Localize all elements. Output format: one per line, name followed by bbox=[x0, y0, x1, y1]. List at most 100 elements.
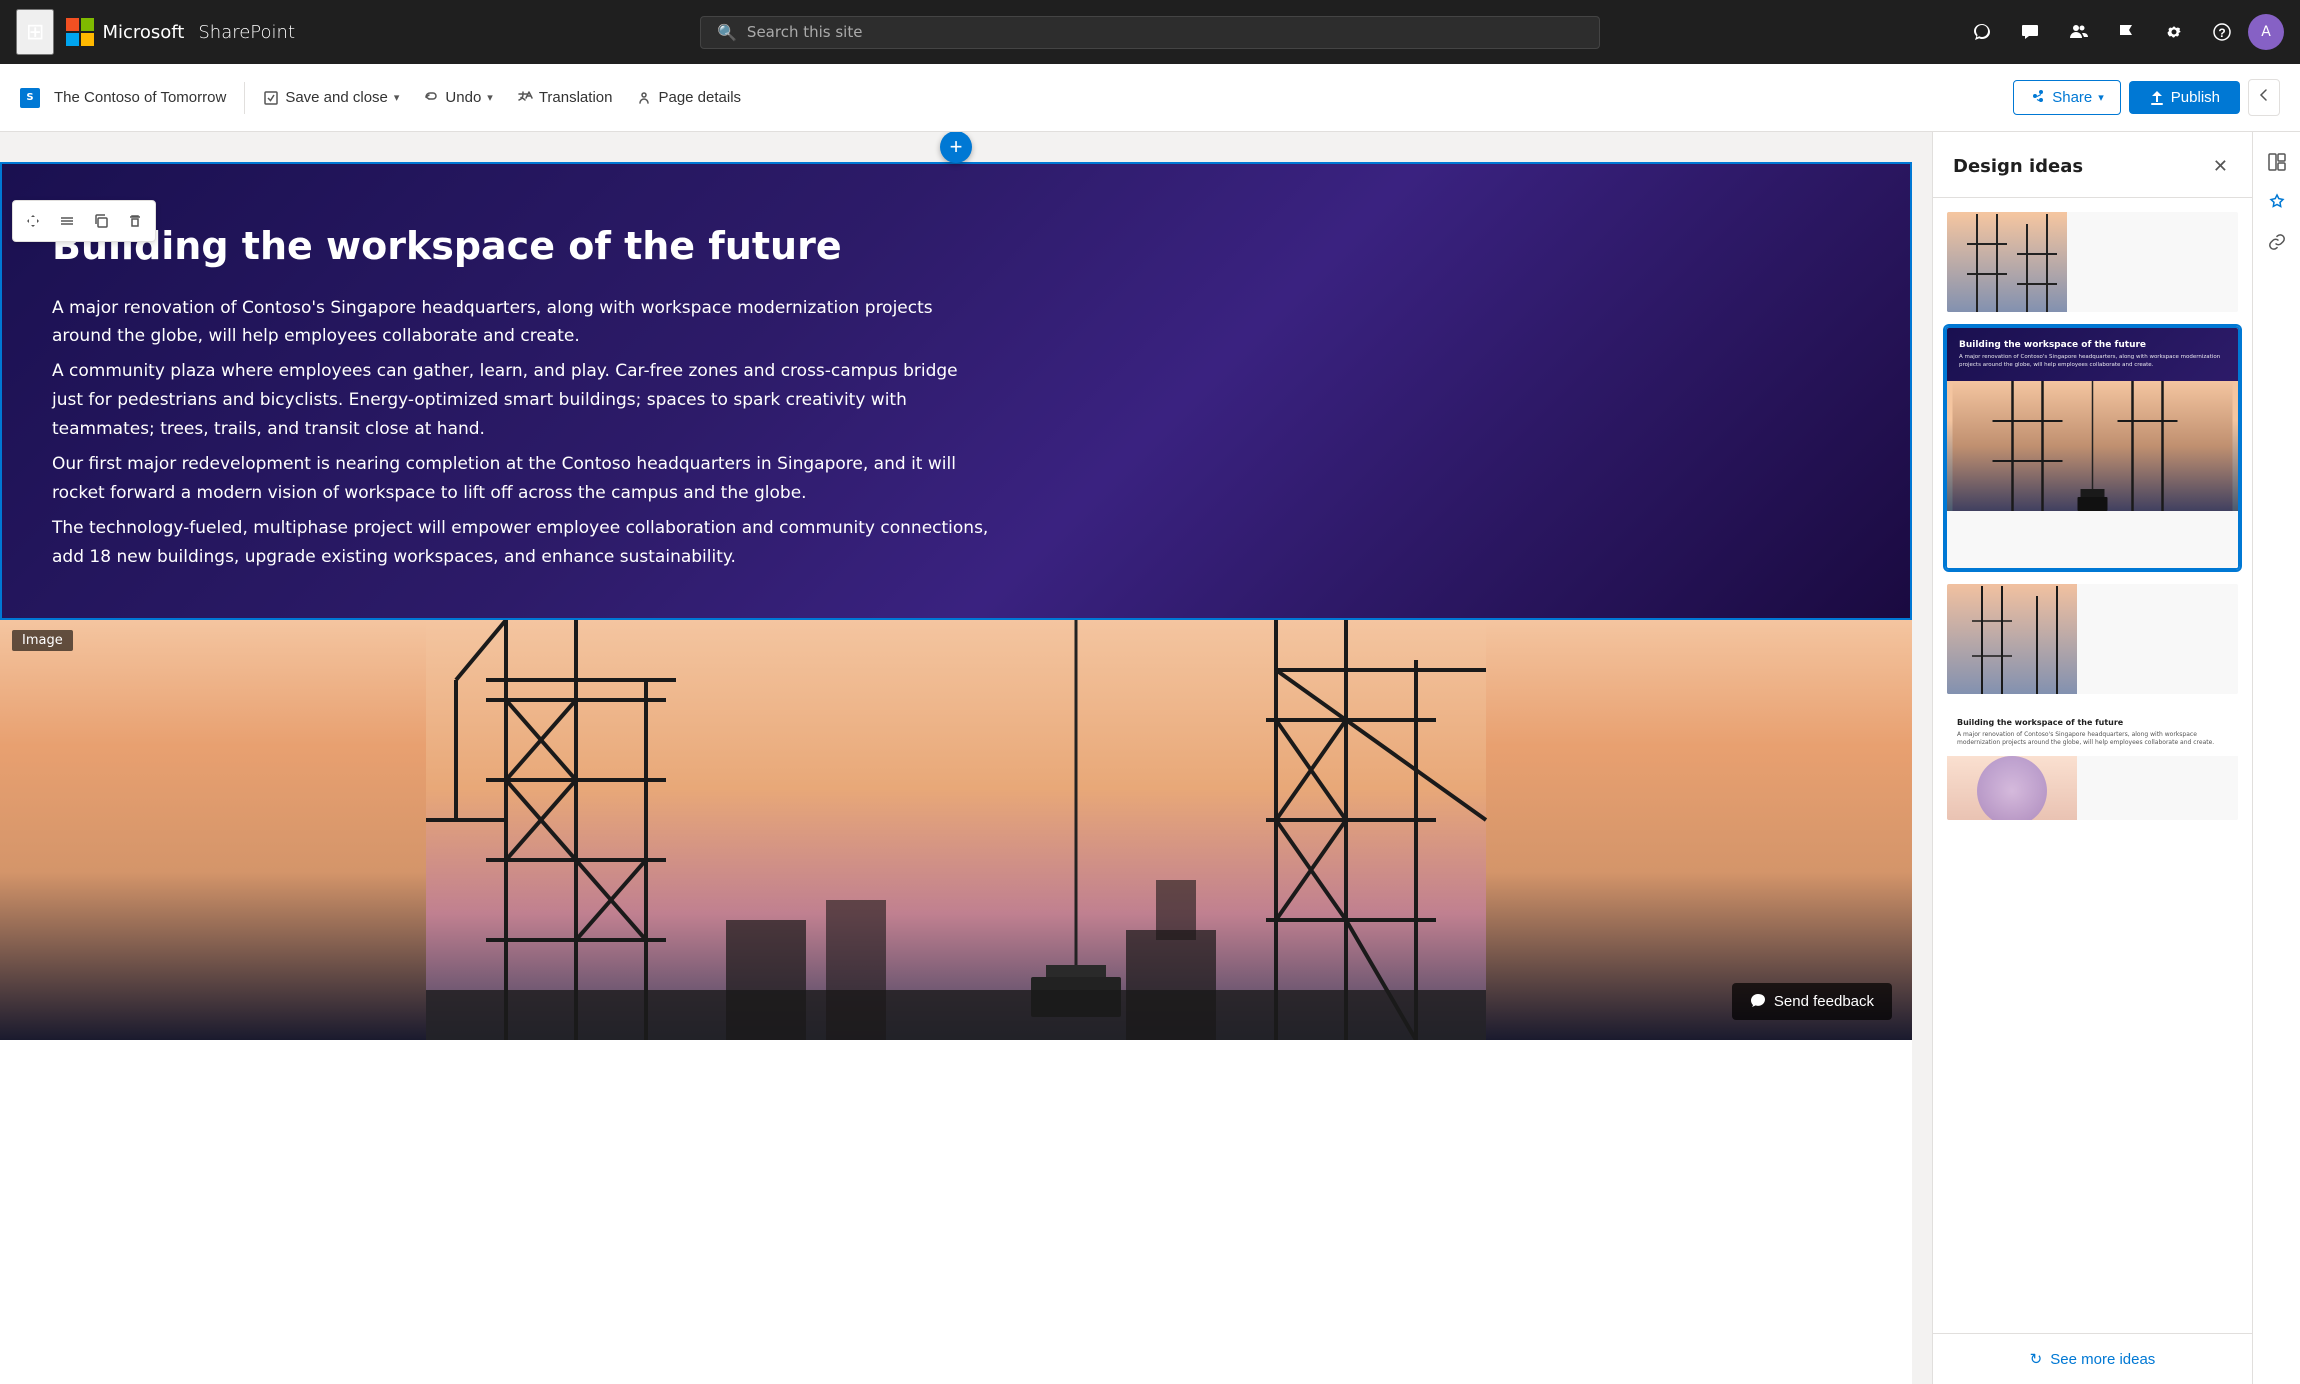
side-rail bbox=[2252, 132, 2300, 1384]
undo-label: Undo bbox=[445, 89, 481, 106]
add-section-button[interactable]: + bbox=[940, 132, 972, 163]
image-section: Image bbox=[0, 620, 1912, 1040]
page-canvas: Building the workspace of the future A m… bbox=[0, 162, 1912, 1384]
hero-paragraph-2: A community plaza where employees can ga… bbox=[52, 357, 992, 444]
search-icon: 🔍 bbox=[717, 23, 737, 42]
see-more-ideas-button[interactable]: ↻ See more ideas bbox=[2030, 1350, 2156, 1368]
design-card-2[interactable]: Building the workspace of the future A m… bbox=[1945, 326, 2240, 570]
see-more-label: See more ideas bbox=[2050, 1351, 2155, 1368]
feedback-icon-btn[interactable] bbox=[1960, 10, 2004, 54]
webpart-delete-button[interactable] bbox=[119, 205, 151, 237]
help-icon-btn[interactable]: ? bbox=[2200, 10, 2244, 54]
design-panel-title: Design ideas bbox=[1953, 156, 2083, 177]
svg-text:?: ? bbox=[2218, 26, 2225, 40]
page-title: The Contoso of Tomorrow bbox=[54, 89, 226, 106]
design-card-2-body: A major renovation of Contoso's Singapor… bbox=[1959, 354, 2226, 369]
side-rail-layout-button[interactable] bbox=[2259, 144, 2295, 180]
undo-button[interactable]: Undo ▾ bbox=[413, 83, 502, 112]
undo-icon bbox=[423, 90, 439, 106]
page-details-icon bbox=[636, 90, 652, 106]
design-card-4-body: A major renovation of Contoso's Singapor… bbox=[1957, 731, 2228, 748]
nav-icons: ? A bbox=[1960, 10, 2284, 54]
flag-icon-btn[interactable] bbox=[2104, 10, 2148, 54]
design-card-4-title: Building the workspace of the future bbox=[1957, 718, 2228, 727]
design-card-2-image bbox=[1947, 381, 2238, 511]
ms-logo[interactable]: Microsoft bbox=[66, 18, 184, 46]
design-card-4-text: Building the workspace of the future A m… bbox=[1947, 710, 2238, 756]
settings-icon-btn[interactable] bbox=[2152, 10, 2196, 54]
share-button[interactable]: Share ▾ bbox=[2013, 80, 2121, 115]
collapse-button[interactable] bbox=[2248, 79, 2280, 116]
add-section-bar: + bbox=[0, 132, 1912, 162]
webpart-toolbar bbox=[12, 200, 156, 242]
design-card-4-circle bbox=[1977, 756, 2047, 822]
design-panel-content[interactable]: Building the workspace of the future A m… bbox=[1933, 198, 2252, 1333]
refresh-icon: ↻ bbox=[2030, 1350, 2043, 1368]
image-label: Image bbox=[12, 630, 73, 651]
send-feedback-button[interactable]: Send feedback bbox=[1732, 983, 1892, 1020]
people-icon-btn[interactable] bbox=[2056, 10, 2100, 54]
design-card-3-thumbnail bbox=[1947, 584, 2077, 696]
design-panel-footer: ↻ See more ideas bbox=[1933, 1333, 2252, 1384]
page-title-btn[interactable]: The Contoso of Tomorrow bbox=[44, 83, 236, 112]
design-card-1[interactable]: Building the workspace of the future A m… bbox=[1945, 210, 2240, 314]
ms-logo-text: Microsoft bbox=[102, 22, 184, 43]
toolbar-divider-1 bbox=[244, 82, 245, 114]
app-name: SharePoint bbox=[198, 22, 295, 43]
hero-paragraph-3: Our first major redevelopment is nearing… bbox=[52, 450, 992, 508]
design-card-1-image bbox=[1947, 212, 2067, 314]
copy-icon bbox=[93, 213, 109, 229]
share-label: Share bbox=[2052, 89, 2092, 106]
translation-icon bbox=[517, 90, 533, 106]
collapse-icon bbox=[2257, 88, 2271, 102]
design-card-3[interactable]: Building the workspace of the future A m… bbox=[1945, 582, 2240, 696]
close-icon: ✕ bbox=[2213, 156, 2228, 176]
undo-dropdown-icon[interactable]: ▾ bbox=[487, 91, 493, 104]
hero-title: Building the workspace of the future bbox=[52, 224, 1860, 270]
construction-svg bbox=[0, 620, 1912, 1040]
save-close-dropdown-icon[interactable]: ▾ bbox=[394, 91, 400, 104]
hero-body: A major renovation of Contoso's Singapor… bbox=[52, 294, 992, 572]
design-card-4-image bbox=[1947, 756, 2077, 822]
design-card-2-thumbnail bbox=[1947, 381, 2238, 511]
design-card-2-title: Building the workspace of the future bbox=[1959, 340, 2226, 350]
avatar[interactable]: A bbox=[2248, 14, 2284, 50]
publish-icon bbox=[2149, 90, 2165, 106]
save-icon bbox=[263, 90, 279, 106]
search-placeholder: Search this site bbox=[747, 23, 863, 41]
share-dropdown-icon[interactable]: ▾ bbox=[2098, 91, 2104, 104]
toolbar-right: Share ▾ Publish bbox=[2013, 79, 2280, 116]
publish-button[interactable]: Publish bbox=[2129, 81, 2240, 114]
ms-logo-grid bbox=[66, 18, 94, 46]
save-close-button[interactable]: Save and close ▾ bbox=[253, 83, 409, 112]
hero-paragraph-1: A major renovation of Contoso's Singapor… bbox=[52, 294, 992, 352]
feedback-icon bbox=[1750, 993, 1766, 1009]
trash-icon bbox=[127, 213, 143, 229]
construction-image: Send feedback bbox=[0, 620, 1912, 1040]
canvas-area: + Building the workspace of bbox=[0, 132, 1932, 1384]
share-icon bbox=[2030, 90, 2046, 106]
webpart-copy-button[interactable] bbox=[85, 205, 117, 237]
webpart-settings-button[interactable] bbox=[51, 205, 83, 237]
send-feedback-label: Send feedback bbox=[1774, 993, 1874, 1010]
design-icon bbox=[2268, 193, 2286, 211]
page-details-button[interactable]: Page details bbox=[626, 83, 751, 112]
translation-button[interactable]: Translation bbox=[507, 83, 623, 112]
design-card-3-inner: Building the workspace of the future A m… bbox=[1947, 584, 2238, 694]
webpart-move-button[interactable] bbox=[17, 205, 49, 237]
toolbar: S The Contoso of Tomorrow Save and close… bbox=[0, 64, 2300, 132]
design-card-2-inner: Building the workspace of the future A m… bbox=[1947, 328, 2238, 568]
save-close-label: Save and close bbox=[285, 89, 388, 106]
design-card-4[interactable]: Building the workspace of the future A m… bbox=[1945, 708, 2240, 822]
design-card-1-thumbnail bbox=[1947, 212, 2067, 314]
search-bar[interactable]: 🔍 Search this site bbox=[700, 16, 1600, 49]
design-panel-close-button[interactable]: ✕ bbox=[2209, 152, 2232, 181]
side-rail-design-button[interactable] bbox=[2259, 184, 2295, 220]
layout-icon bbox=[2268, 153, 2286, 171]
side-rail-link-button[interactable] bbox=[2259, 224, 2295, 260]
chat-icon-btn[interactable] bbox=[2008, 10, 2052, 54]
design-panel: Design ideas ✕ bbox=[1932, 132, 2252, 1384]
publish-label: Publish bbox=[2171, 89, 2220, 106]
waffle-menu-button[interactable]: ⊞ bbox=[16, 9, 54, 55]
translation-label: Translation bbox=[539, 89, 613, 106]
